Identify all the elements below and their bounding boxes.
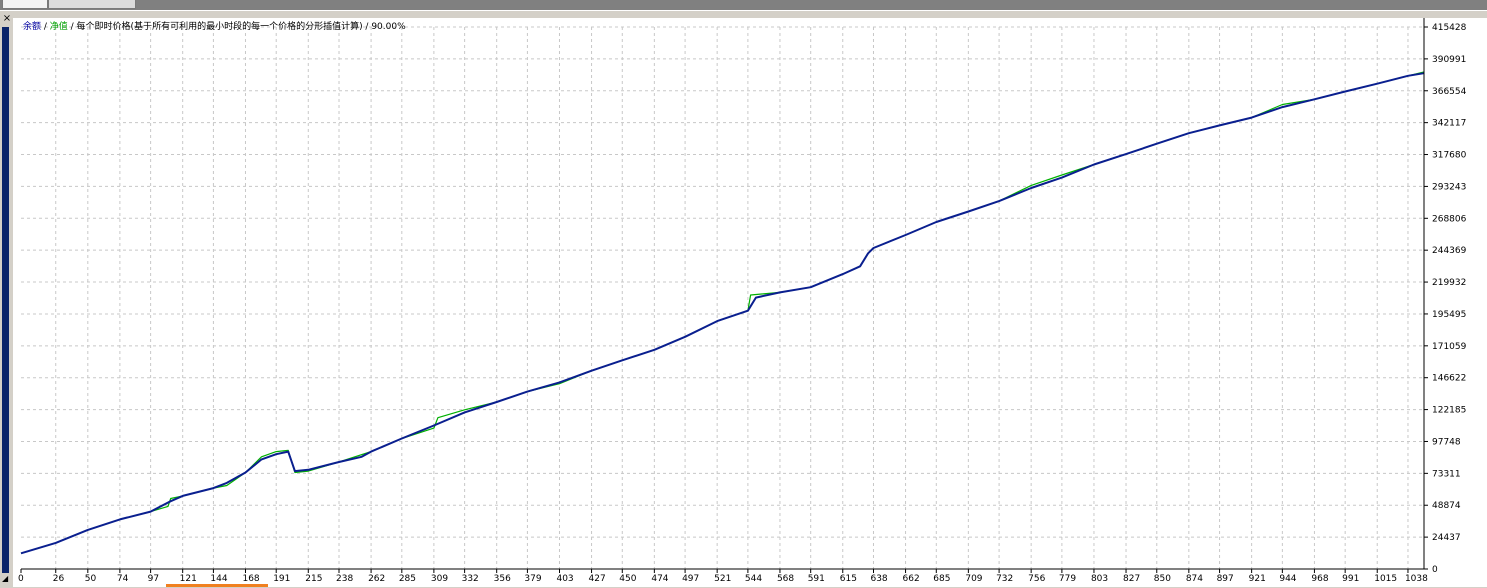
x-tick-label: 238 [336,574,353,584]
x-tick-label: 615 [840,574,857,584]
equity-balance-chart: 0 24437 48874 73311 97748 122185 146622 171059 1… [18,18,1467,584]
x-tick-label: 379 [524,574,541,584]
x-tick-label: 779 [1059,574,1076,584]
close-icon[interactable]: × [1,13,13,25]
y-tick-label: 122185 [1432,406,1466,416]
x-tick-label: 97 [148,574,159,584]
legend-equity: 净值 [49,22,68,32]
x-tick-label: 332 [462,574,479,584]
x-tick-label: 638 [870,574,887,584]
grid [21,26,1424,569]
x-tick-label: 74 [117,574,129,584]
axes: 0 24437 48874 73311 97748 122185 146622 171059 1… [18,18,1467,584]
y-tick-label: 415428 [1432,23,1467,33]
x-tick-label: 709 [965,574,982,584]
x-tick-label: 991 [1342,574,1359,584]
y-tick-label: 342117 [1432,119,1466,129]
x-tick-label: 309 [431,574,448,584]
x-tick-label: 121 [180,574,197,584]
x-tick-label: 944 [1279,574,1296,584]
y-tick-label: 390991 [1432,55,1466,65]
x-tick-label: 968 [1311,574,1328,584]
x-tick-label: 50 [85,574,97,584]
x-tick-label: 732 [996,574,1013,584]
tab-2[interactable] [48,0,136,9]
resize-grip-icon[interactable]: ◢ [2,574,9,584]
x-tick-label: 1015 [1374,574,1397,584]
x-tick-label: 497 [682,574,699,584]
legend-description: / 每个即时价格(基于所有可利用的最小时段的每一个价格的分形插值计算) / 90… [67,22,406,32]
x-tick-label: 285 [399,574,416,584]
y-tick-label: 146622 [1432,374,1466,384]
y-tick-label: 195495 [1432,310,1466,320]
left-side-bar [2,27,9,573]
chart-area: 0 24437 48874 73311 97748 122185 146622 171059 1… [13,18,1487,587]
top-tab-strip [0,0,1487,10]
x-tick-label: 168 [242,574,259,584]
legend-separator: / [41,22,50,32]
x-tick-label: 474 [651,574,668,584]
y-tick-label: 48874 [1432,501,1461,511]
y-tick-label: 171059 [1432,342,1467,352]
series-layer [20,71,1425,555]
y-tick-label: 97748 [1432,437,1461,447]
x-tick-label: 756 [1028,574,1045,584]
y-tick-label: 293243 [1432,182,1466,192]
y-tick-label: 73311 [1432,469,1461,479]
y-tick-label: 219932 [1432,278,1466,288]
x-tick-label: 874 [1186,574,1203,584]
x-tick-label: 427 [589,574,606,584]
x-tick-label: 568 [777,574,794,584]
y-tick-label: 317680 [1432,151,1467,161]
x-tick-label: 803 [1091,574,1108,584]
balance-line [20,72,1425,555]
x-tick-label: 144 [210,574,227,584]
x-tick-label: 521 [714,574,731,584]
tab-1[interactable] [2,0,48,9]
x-tick-label: 450 [619,574,636,584]
y-tick-label: 366554 [1432,87,1467,97]
x-tick-label: 591 [808,574,825,584]
x-tick-label: 215 [305,574,322,584]
x-tick-label: 685 [933,574,950,584]
x-tick-label: 0 [18,574,24,584]
x-tick-label: 356 [494,574,511,584]
x-tick-label: 191 [273,574,290,584]
x-tick-label: 262 [368,574,385,584]
y-tick-label: 0 [1432,565,1438,575]
x-tick-label: 850 [1154,574,1171,584]
x-tick-label: 1038 [1405,574,1428,584]
legend-balance: 余额 [23,22,42,32]
x-tick-label: 662 [903,574,920,584]
y-tick-label: 244369 [1432,246,1467,256]
x-tick-label: 403 [556,574,573,584]
x-tick-label: 26 [53,574,65,584]
x-tick-label: 544 [745,574,762,584]
x-tick-label: 921 [1249,574,1266,584]
x-tick-label: 897 [1217,574,1234,584]
y-tick-label: 24437 [1432,533,1461,543]
chart-legend: 余额 / 净值 / 每个即时价格(基于所有可利用的最小时段的每一个价格的分形插值… [23,22,406,33]
y-tick-label: 268806 [1432,214,1467,224]
x-tick-label: 827 [1123,574,1140,584]
